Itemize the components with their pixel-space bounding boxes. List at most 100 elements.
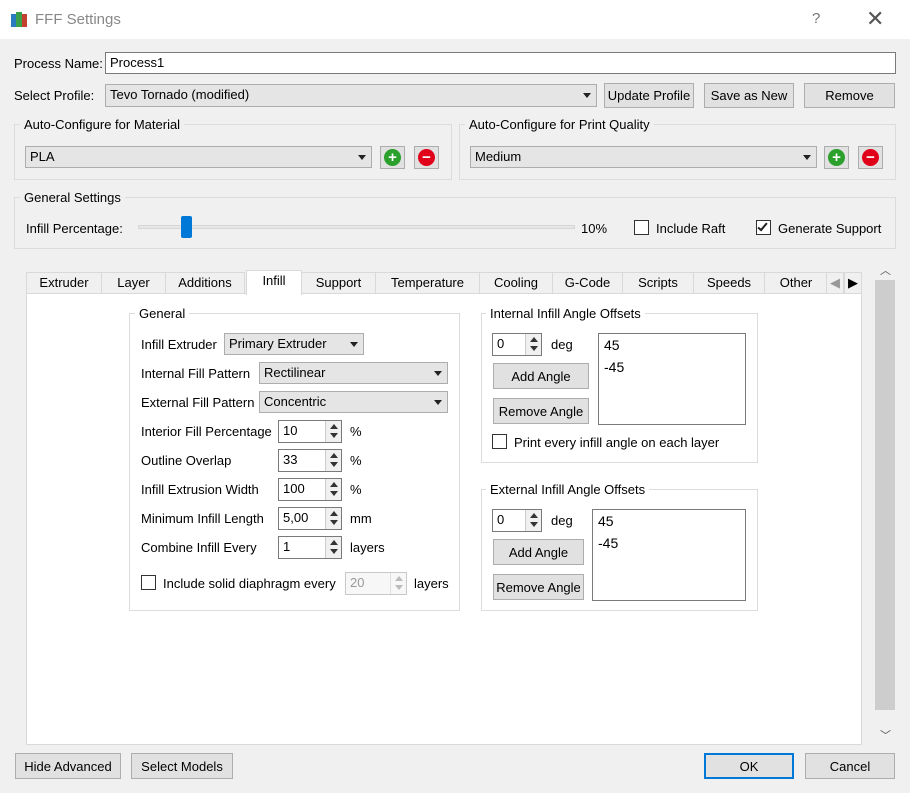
solid-diaphragm-spinbox[interactable]: 20 bbox=[345, 572, 407, 595]
internal-angle-spinbox[interactable]: 0 bbox=[492, 333, 542, 356]
list-item[interactable]: 45 bbox=[593, 510, 745, 532]
infill-slider-handle[interactable] bbox=[180, 216, 192, 238]
scroll-up-icon[interactable]: ︿ bbox=[880, 262, 891, 278]
tab-other[interactable]: Other bbox=[764, 272, 828, 294]
select-models-button[interactable]: Select Models bbox=[131, 753, 233, 779]
tab-speeds[interactable]: Speeds bbox=[693, 272, 765, 294]
quality-select[interactable]: Medium bbox=[470, 146, 817, 168]
infill-extrusion-width-value: 100 bbox=[283, 481, 305, 496]
general-settings-title: General Settings bbox=[20, 190, 125, 205]
cancel-button[interactable]: Cancel bbox=[805, 753, 895, 779]
tab-cooling[interactable]: Cooling bbox=[479, 272, 553, 294]
infill-extrusion-width-spinbox[interactable]: 100 bbox=[278, 478, 342, 501]
tab-temperature[interactable]: Temperature bbox=[375, 272, 480, 294]
quality-group-title: Auto-Configure for Print Quality bbox=[465, 117, 654, 132]
include-raft-checkbox[interactable] bbox=[634, 220, 649, 235]
spin-buttons[interactable] bbox=[325, 537, 341, 558]
spin-buttons[interactable] bbox=[390, 573, 406, 594]
add-quality-button[interactable]: + bbox=[824, 146, 849, 169]
infill-slider-track[interactable] bbox=[138, 225, 575, 229]
spin-buttons[interactable] bbox=[525, 334, 541, 355]
add-material-button[interactable]: + bbox=[380, 146, 405, 169]
hide-advanced-button[interactable]: Hide Advanced bbox=[15, 753, 121, 779]
spin-buttons[interactable] bbox=[325, 479, 341, 500]
material-select[interactable]: PLA bbox=[25, 146, 372, 168]
list-item[interactable]: -45 bbox=[593, 532, 745, 554]
tab-scroll-right-icon[interactable]: ▶ bbox=[844, 272, 862, 294]
chevron-down-icon bbox=[358, 155, 366, 160]
outline-overlap-unit: % bbox=[350, 453, 362, 468]
external-angle-list[interactable]: 45 -45 bbox=[592, 509, 746, 601]
print-every-angle-checkbox[interactable] bbox=[492, 434, 507, 449]
generate-support-checkbox[interactable] bbox=[756, 220, 771, 235]
spin-buttons[interactable] bbox=[325, 421, 341, 442]
window-title: FFF Settings bbox=[35, 11, 121, 28]
internal-angle-title: Internal Infill Angle Offsets bbox=[486, 306, 645, 321]
update-profile-button[interactable]: Update Profile bbox=[604, 83, 694, 108]
external-add-angle-button[interactable]: Add Angle bbox=[493, 539, 584, 565]
interior-fill-percentage-spinbox[interactable]: 10 bbox=[278, 420, 342, 443]
process-name-input[interactable]: Process1 bbox=[105, 52, 896, 74]
combine-infill-every-spinbox[interactable]: 1 bbox=[278, 536, 342, 559]
tab-g-code[interactable]: G-Code bbox=[552, 272, 623, 294]
external-angle-unit: deg bbox=[551, 513, 573, 528]
internal-remove-angle-button[interactable]: Remove Angle bbox=[493, 398, 589, 424]
remove-profile-button[interactable]: Remove bbox=[804, 83, 895, 108]
ok-button[interactable]: OK bbox=[704, 753, 794, 779]
internal-add-angle-button[interactable]: Add Angle bbox=[493, 363, 589, 389]
tab-bar: Extruder Layer Additions Infill Support … bbox=[26, 270, 862, 295]
tab-infill[interactable]: Infill bbox=[246, 270, 302, 295]
external-fill-pattern-value: Concentric bbox=[264, 394, 327, 409]
spin-buttons[interactable] bbox=[525, 510, 541, 531]
internal-angle-list[interactable]: 45 -45 bbox=[598, 333, 746, 425]
help-icon[interactable]: ? bbox=[812, 10, 820, 27]
infill-extruder-value: Primary Extruder bbox=[229, 336, 327, 351]
generate-support-label: Generate Support bbox=[778, 221, 882, 236]
minimum-infill-length-spinbox[interactable]: 5,00 bbox=[278, 507, 342, 530]
select-profile-label: Select Profile: bbox=[14, 88, 95, 103]
infill-percentage-value: 10% bbox=[581, 221, 608, 236]
combine-infill-every-label: Combine Infill Every bbox=[141, 540, 257, 555]
infill-extruder-label: Infill Extruder bbox=[141, 337, 217, 352]
tab-support[interactable]: Support bbox=[301, 272, 376, 294]
tab-additions[interactable]: Additions bbox=[165, 272, 245, 294]
spin-up-icon bbox=[330, 540, 338, 545]
external-fill-pattern-select[interactable]: Concentric bbox=[259, 391, 448, 413]
chevron-down-icon bbox=[583, 93, 591, 98]
tab-layer[interactable]: Layer bbox=[101, 272, 166, 294]
infill-extruder-select[interactable]: Primary Extruder bbox=[224, 333, 364, 355]
list-item[interactable]: 45 bbox=[599, 334, 745, 356]
solid-diaphragm-checkbox[interactable] bbox=[141, 575, 156, 590]
chevron-down-icon bbox=[803, 155, 811, 160]
spin-buttons[interactable] bbox=[325, 450, 341, 471]
app-icon bbox=[11, 12, 27, 27]
scroll-down-icon[interactable]: ﹀ bbox=[880, 727, 891, 743]
chevron-down-icon bbox=[434, 371, 442, 376]
remove-quality-button[interactable]: − bbox=[858, 146, 883, 169]
minimum-infill-length-label: Minimum Infill Length bbox=[141, 511, 264, 526]
tab-scripts[interactable]: Scripts bbox=[622, 272, 694, 294]
internal-angle-value: 0 bbox=[497, 336, 505, 351]
tab-extruder[interactable]: Extruder bbox=[26, 272, 102, 294]
close-icon[interactable]: ✕ bbox=[866, 6, 884, 32]
spin-buttons[interactable] bbox=[325, 508, 341, 529]
infill-general-title: General bbox=[135, 306, 190, 321]
profile-select[interactable]: Tevo Tornado (modified) bbox=[105, 84, 597, 107]
external-remove-angle-button[interactable]: Remove Angle bbox=[493, 574, 584, 600]
internal-fill-pattern-select[interactable]: Rectilinear bbox=[259, 362, 448, 384]
save-as-new-button[interactable]: Save as New bbox=[704, 83, 794, 108]
external-fill-pattern-label: External Fill Pattern bbox=[141, 395, 255, 410]
tab-scroll-left-icon[interactable]: ◀ bbox=[826, 272, 844, 294]
external-angle-value: 0 bbox=[497, 512, 505, 527]
remove-material-button[interactable]: − bbox=[414, 146, 439, 169]
material-group-title: Auto-Configure for Material bbox=[20, 117, 185, 132]
external-angle-spinbox[interactable]: 0 bbox=[492, 509, 542, 532]
plus-icon: + bbox=[384, 149, 401, 166]
spin-down-icon bbox=[330, 549, 338, 554]
scrollbar-thumb[interactable] bbox=[875, 280, 895, 710]
outline-overlap-spinbox[interactable]: 33 bbox=[278, 449, 342, 472]
list-item[interactable]: -45 bbox=[599, 356, 745, 378]
internal-fill-pattern-value: Rectilinear bbox=[264, 365, 326, 380]
minimum-infill-length-unit: mm bbox=[350, 511, 372, 526]
combine-infill-every-value: 1 bbox=[283, 539, 291, 554]
